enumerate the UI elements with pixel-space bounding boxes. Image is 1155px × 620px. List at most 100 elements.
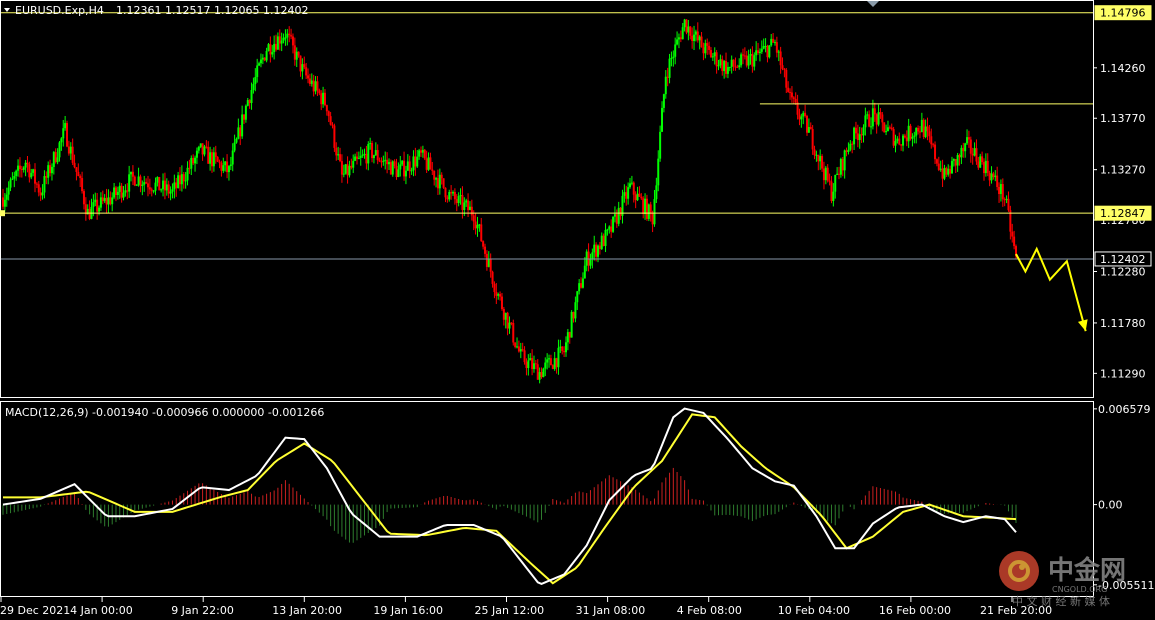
candle-body	[640, 196, 643, 199]
candle-body	[73, 162, 76, 168]
candle-body	[305, 67, 308, 76]
candle-body	[35, 183, 38, 185]
candle-body	[619, 207, 622, 216]
candle-body	[212, 152, 215, 167]
candle-body	[630, 182, 633, 184]
candle-body	[655, 185, 658, 200]
candle-body	[677, 37, 680, 40]
candle-body	[548, 358, 551, 360]
candle-body	[357, 157, 360, 159]
candle-body	[190, 157, 193, 169]
candle-body	[954, 159, 957, 166]
candle-body	[760, 48, 763, 52]
candle-body	[758, 51, 761, 54]
candle-body	[996, 175, 999, 187]
candle-body	[342, 173, 345, 175]
candle-body	[307, 75, 310, 79]
candle-body	[49, 165, 52, 174]
candle-body	[952, 159, 955, 161]
candle-body	[696, 31, 699, 41]
candle-body	[544, 362, 547, 369]
candle-body	[299, 55, 302, 72]
candle-body	[414, 156, 417, 167]
candle-body	[802, 112, 805, 117]
candle-body	[519, 349, 522, 352]
candle-body	[273, 43, 276, 53]
candle-body	[990, 173, 993, 181]
candle-body	[130, 171, 133, 175]
candle-body	[310, 80, 313, 84]
candle-body	[269, 44, 272, 55]
candle-body	[56, 157, 59, 163]
candle-body	[406, 161, 409, 171]
candle-body	[593, 244, 596, 253]
candle-body	[817, 154, 820, 162]
candle-body	[354, 156, 357, 161]
candle-body	[452, 192, 455, 194]
candle-body	[303, 64, 306, 68]
candle-body	[329, 116, 332, 125]
candle-body	[860, 134, 863, 136]
candle-body	[301, 64, 304, 72]
candle-body	[420, 150, 423, 153]
candle-body	[499, 294, 502, 297]
candle-body	[775, 42, 778, 53]
time-tick-label: 25 Jan 12:00	[475, 604, 545, 617]
candle-body	[849, 143, 852, 150]
candle-body	[3, 199, 6, 207]
candle-body	[984, 160, 987, 174]
candle-body	[241, 114, 244, 137]
candle-body	[421, 149, 424, 153]
candle-body	[540, 372, 543, 378]
candle-body	[378, 160, 381, 162]
candle-body	[704, 43, 707, 54]
candle-body	[39, 192, 42, 196]
candle-body	[163, 180, 166, 191]
candle-body	[612, 216, 615, 232]
candle-body	[711, 56, 714, 58]
candle-body	[674, 44, 677, 57]
candle-body	[934, 144, 937, 160]
candle-body	[661, 107, 664, 132]
candle-body	[438, 174, 441, 189]
candle-body	[549, 358, 552, 366]
candle-body	[291, 36, 294, 46]
candle-body	[730, 59, 733, 67]
candle-body	[297, 51, 300, 56]
candle-body	[638, 193, 641, 197]
candle-body	[75, 167, 78, 172]
candle-body	[875, 114, 878, 125]
candle-body	[815, 154, 818, 156]
candle-body	[747, 55, 750, 66]
candle-body	[352, 160, 355, 168]
candle-body	[60, 138, 63, 143]
watermark-subtitle: 中 文 财 经 新 媒 体	[1012, 594, 1110, 608]
candle-body	[945, 167, 948, 175]
candle-body	[339, 154, 342, 162]
candle-body	[348, 165, 351, 176]
candle-body	[278, 36, 281, 44]
candle-body	[749, 54, 752, 56]
candle-body	[67, 146, 70, 154]
candle-body	[529, 358, 532, 361]
candle-body	[327, 111, 330, 117]
candle-body	[99, 197, 102, 208]
candle-body	[581, 278, 584, 288]
time-tick-label: 10 Feb 04:00	[778, 604, 850, 617]
candle-body	[448, 192, 451, 200]
chart-ohlc: 1.12361 1.12517 1.12065 1.12402	[116, 4, 308, 17]
candle-body	[382, 160, 385, 162]
candle-body	[244, 105, 247, 120]
candle-body	[741, 54, 744, 56]
candle-body	[598, 245, 601, 249]
time-tick-label: 4 Feb 08:00	[677, 604, 742, 617]
candle-body	[188, 167, 191, 169]
candle-body	[964, 143, 967, 152]
candle-body	[527, 360, 530, 369]
candle-body	[531, 358, 534, 370]
candle-body	[250, 90, 253, 104]
candle-body	[92, 202, 95, 208]
candle-body	[325, 105, 328, 112]
candle-body	[395, 165, 398, 177]
candle-body	[444, 187, 447, 198]
